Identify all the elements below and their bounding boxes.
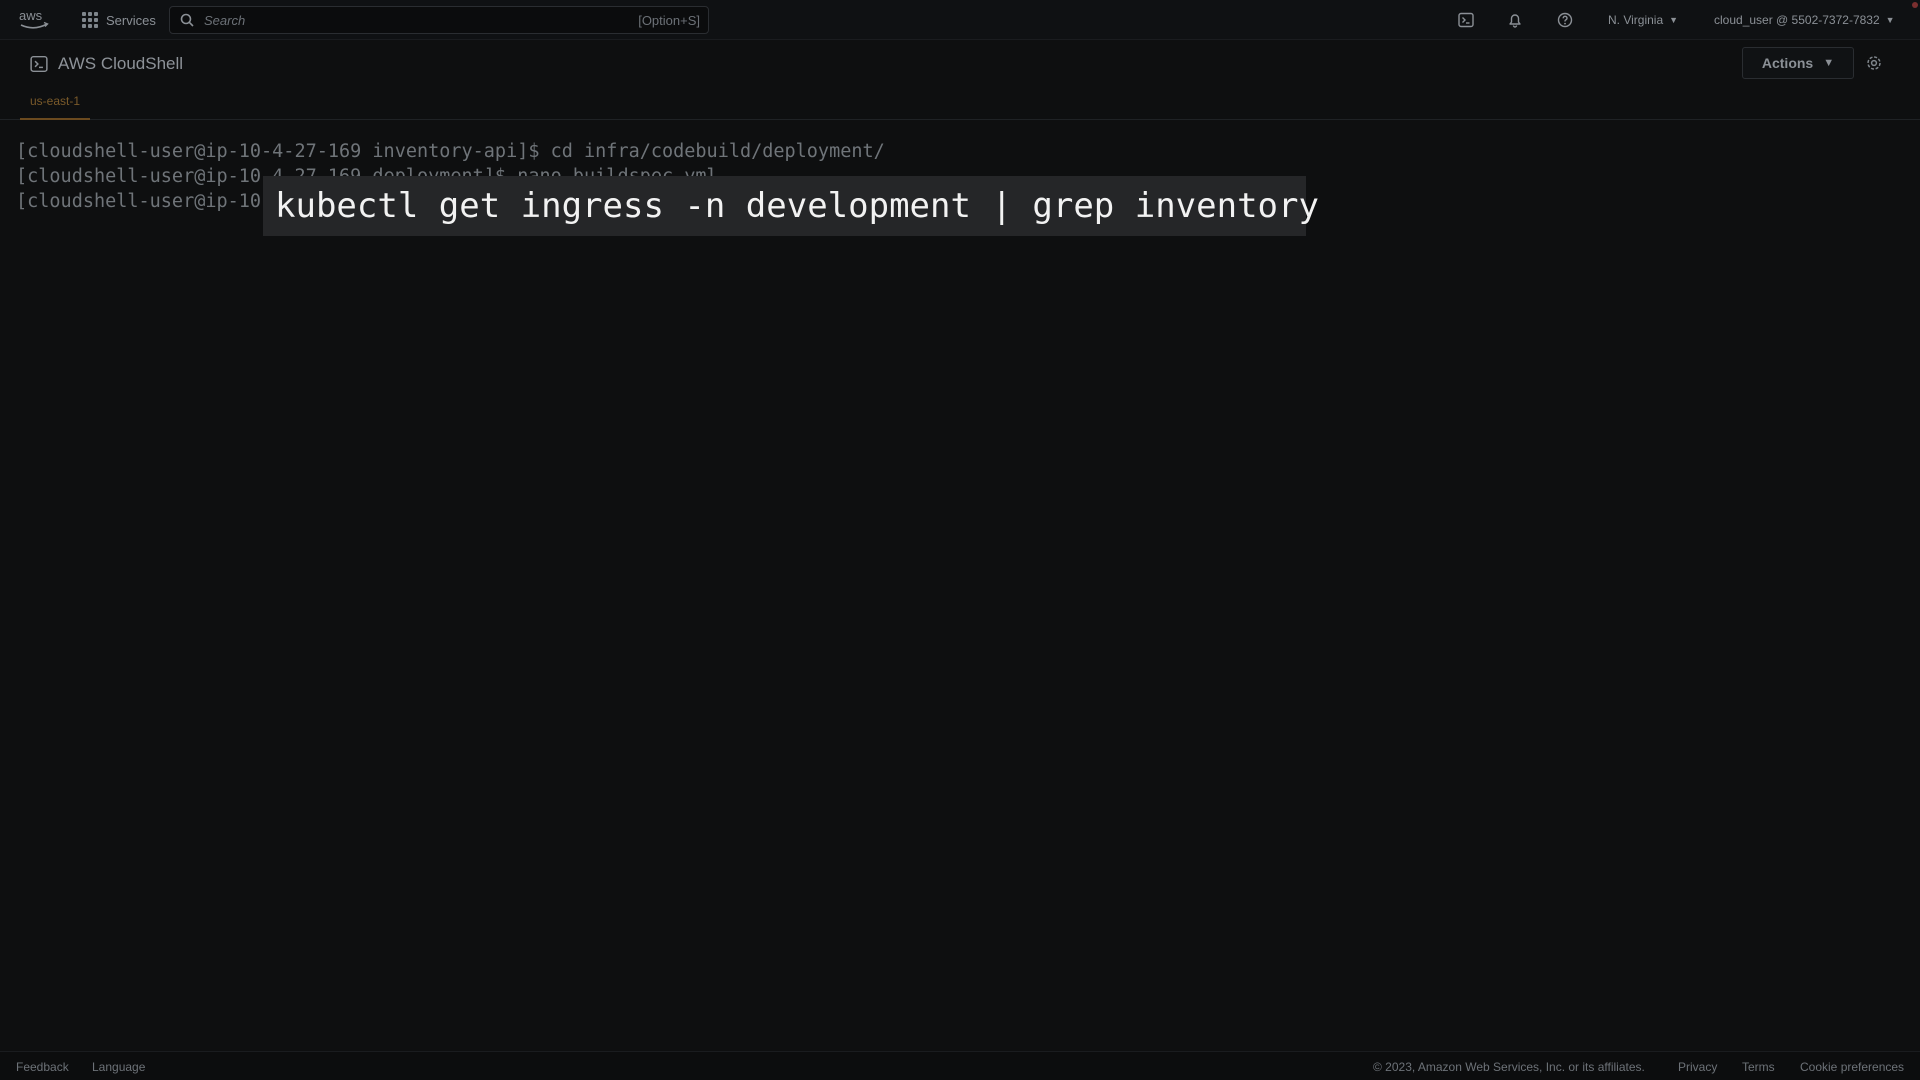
- search-input[interactable]: [202, 11, 639, 29]
- region-label: N. Virginia: [1608, 13, 1664, 27]
- page-title: AWS CloudShell: [30, 54, 183, 74]
- actions-label: Actions: [1761, 55, 1814, 71]
- help-icon[interactable]: [1555, 10, 1575, 30]
- caret-down-icon: ▼: [1823, 57, 1835, 69]
- copyright-text: © 2023, Amazon Web Services, Inc. or its…: [1373, 1060, 1645, 1074]
- cloudshell-icon: [30, 55, 48, 73]
- search-shortcut-hint: [Option+S]: [638, 12, 700, 28]
- cloudshell-icon[interactable]: [1456, 10, 1476, 30]
- tab-label: us-east-1: [30, 94, 81, 108]
- account-menu[interactable]: cloud_user @ 5502-7372-7832 ▼: [1714, 0, 1895, 40]
- language-link[interactable]: Language: [92, 1060, 145, 1074]
- search-icon: [180, 13, 194, 27]
- terminal-line: [cloudshell-user@ip-10-: [16, 191, 273, 212]
- top-navigation: aws Services [Option+S]: [0, 0, 1920, 40]
- footer: Feedback Language © 2023, Amazon Web Ser…: [0, 1051, 1920, 1080]
- page-title-text: AWS CloudShell: [58, 54, 184, 73]
- caret-down-icon: ▼: [1885, 15, 1895, 25]
- actions-button[interactable]: Actions ▼: [1742, 47, 1854, 79]
- cloudshell-header: AWS CloudShell us-east-1 Actions ▼: [0, 40, 1920, 120]
- terms-link[interactable]: Terms: [1742, 1060, 1775, 1074]
- tab-us-east-1[interactable]: us-east-1: [20, 94, 91, 120]
- gear-icon[interactable]: [1864, 53, 1884, 73]
- cookie-preferences-link[interactable]: Cookie preferences: [1800, 1060, 1904, 1074]
- services-menu-button[interactable]: Services: [82, 0, 156, 40]
- notification-dot-icon: [1912, 2, 1918, 8]
- command-overlay: kubectl get ingress -n development | gre…: [263, 176, 1319, 236]
- account-label: cloud_user @ 5502-7372-7832: [1714, 13, 1880, 27]
- feedback-link[interactable]: Feedback: [16, 1060, 69, 1074]
- terminal-line: [cloudshell-user@ip-10-4-27-169 inventor…: [16, 141, 885, 162]
- region-selector[interactable]: N. Virginia ▼: [1608, 0, 1678, 40]
- caret-down-icon: ▼: [1669, 15, 1679, 25]
- aws-logo-icon[interactable]: aws: [18, 7, 50, 33]
- services-label: Services: [106, 12, 156, 28]
- terminal[interactable]: [cloudshell-user@ip-10-4-27-169 inventor…: [0, 121, 1920, 1051]
- bell-icon[interactable]: [1505, 10, 1525, 30]
- grid-icon: [82, 12, 98, 28]
- privacy-link[interactable]: Privacy: [1678, 1060, 1717, 1074]
- search-bar[interactable]: [Option+S]: [169, 6, 709, 34]
- overlay-command-text: kubectl get ingress -n development | gre…: [275, 186, 1319, 226]
- aws-logo-text: aws: [19, 8, 43, 23]
